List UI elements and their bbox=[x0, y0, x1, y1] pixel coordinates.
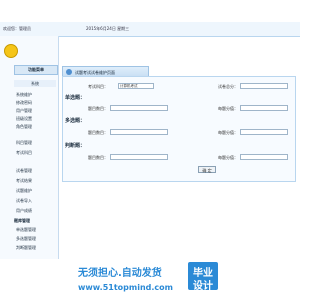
sidebar-item-system-maintenance[interactable]: 系统维护 bbox=[16, 92, 32, 98]
judge-count-label: 题目数目： bbox=[88, 155, 108, 160]
judgment-section: 判断题： bbox=[65, 143, 86, 149]
tab-icon bbox=[66, 69, 72, 75]
sidebar-item-user-management[interactable]: 用户管理 bbox=[16, 108, 32, 114]
judge-count-input[interactable] bbox=[110, 154, 168, 160]
top-bar: 欢迎您：管理员 2015年6月24日 星期三 bbox=[0, 22, 300, 37]
single-score-label: 每题分值： bbox=[218, 106, 238, 111]
sidebar-group-question-bank[interactable]: 题库管理 bbox=[14, 218, 30, 224]
multi-count-label: 题目数目： bbox=[88, 130, 108, 135]
judge-score-label: 每题分值： bbox=[218, 155, 238, 160]
sidebar-item-exam-subjects[interactable]: 考试科目 bbox=[16, 150, 32, 156]
watermark-logo-bottom: 设计 bbox=[193, 281, 213, 292]
single-choice-section: 单选题： bbox=[65, 95, 86, 101]
sidebar-item-judgment[interactable]: 判断题管理 bbox=[16, 245, 36, 251]
sidebar-item-paper-management[interactable]: 试卷管理 bbox=[16, 168, 32, 174]
date-text: 2015年6月24日 星期三 bbox=[86, 26, 130, 31]
multi-count-input[interactable] bbox=[110, 129, 168, 135]
judge-score-input[interactable] bbox=[240, 154, 288, 160]
welcome-text: 欢迎您：管理员 bbox=[3, 26, 31, 31]
logo-icon bbox=[4, 44, 18, 58]
watermark-logo: 毕业 设计 bbox=[188, 262, 218, 292]
exam-subject-label: 考试科目： bbox=[88, 84, 108, 89]
multi-score-input[interactable] bbox=[240, 129, 288, 135]
sidebar-item-question-maintenance[interactable]: 试题维护 bbox=[16, 188, 32, 194]
exam-subject-select[interactable]: 计算机考试 bbox=[118, 83, 154, 89]
sidebar-item-single-choice[interactable]: 单选题管理 bbox=[16, 227, 36, 233]
sidebar-item-class-settings[interactable]: 班级设置 bbox=[16, 116, 32, 122]
total-score-input[interactable] bbox=[240, 83, 288, 89]
multi-score-label: 每题分值： bbox=[218, 130, 238, 135]
sidebar-item-change-password[interactable]: 修改密码 bbox=[16, 100, 32, 106]
sidebar-section-system[interactable]: 系统 bbox=[14, 80, 56, 87]
sidebar-item-multi-choice[interactable]: 多选题管理 bbox=[16, 236, 36, 242]
single-count-label: 题目数目： bbox=[88, 106, 108, 111]
watermark-url: www.51topmind.com bbox=[78, 283, 173, 292]
sidebar-header: 功能菜单 bbox=[14, 65, 58, 75]
confirm-button[interactable]: 确 定 bbox=[198, 166, 216, 173]
sidebar-item-user-scores[interactable]: 用户成绩 bbox=[16, 208, 32, 214]
sidebar-item-paper-import[interactable]: 试卷导入 bbox=[16, 198, 32, 204]
sidebar-item-role-management[interactable]: 角色管理 bbox=[16, 124, 32, 130]
single-count-input[interactable] bbox=[110, 105, 168, 111]
watermark-slogan: 无须担心.自动发货 bbox=[78, 268, 162, 279]
multi-choice-section: 多选题： bbox=[65, 118, 86, 124]
sidebar-item-exam-results[interactable]: 考试结果 bbox=[16, 178, 32, 184]
total-score-label: 试卷总分： bbox=[218, 84, 238, 89]
single-score-input[interactable] bbox=[240, 105, 288, 111]
sidebar-item-subject-management[interactable]: 科目管理 bbox=[16, 140, 32, 146]
exam-subject-value: 计算机考试 bbox=[120, 84, 138, 88]
